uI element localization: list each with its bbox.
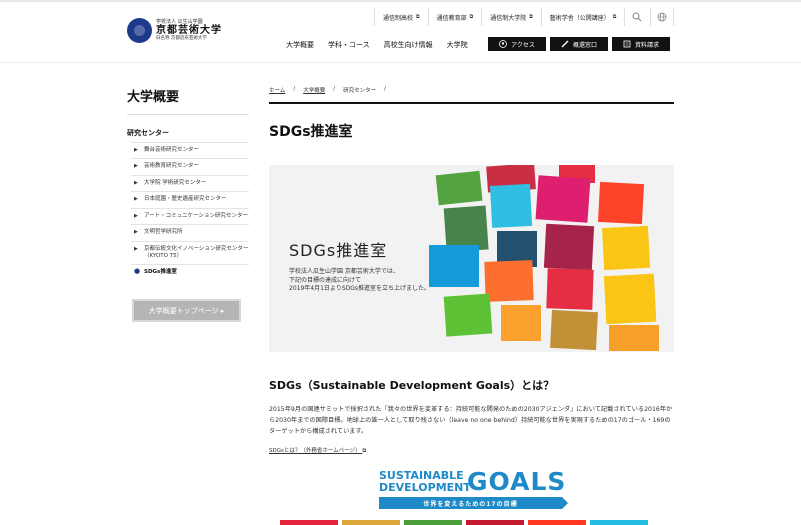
header-divider [0,62,801,63]
inquiry-button[interactable]: 概還窓口 [550,37,608,51]
sdg-tile [342,520,400,525]
hero-line: 学校法人瓜生山学園 京都芸術大学では、 [289,268,399,275]
sidebar-item-label: アート・コミュニケーション研究センター [144,212,249,219]
sdg-icon-row [280,520,648,525]
section-heading: SDGs（Sustainable Development Goals）とは？ [269,379,555,392]
util-link-correspondence[interactable]: 通信教育部 ⧉ [427,8,482,26]
sidebar-item-sdgs[interactable]: ● SDGs推進室 [131,264,249,280]
external-link-icon: ⧉ [529,14,533,20]
page-title: SDGs推進室 [269,124,353,140]
logo-name: 京都芸術大学 [156,24,222,36]
sidebar-item-arts-education[interactable]: ▶ 芸術教育研究センター [131,158,249,174]
breadcrumb-separator: / [293,86,296,92]
arrow-right-icon: ▶ [134,147,138,153]
globe-icon[interactable] [650,8,674,26]
sidebar-item-art-communication[interactable]: ▶ アート・コミュニケーション研究センター [131,207,249,224]
logo-subtitle: 学校法人 瓜生山学園 [156,18,203,25]
arrow-right-icon: ▶ [134,196,138,203]
mofa-link[interactable]: SDGsとは？（外務省ホームページ） ⧉ [269,446,366,455]
util-link-open-lectures[interactable]: 藝術学舎（公開講座） ⧉ [540,8,625,26]
nav-departments[interactable]: 学科・コース [328,40,370,50]
arrow-right-icon: ▶ [134,245,138,252]
hero-line: 2019年4月1日よりSDGs推進室を立ち上げました。 [289,285,430,293]
arrow-right-icon: ▶ [134,229,138,236]
breadcrumb-about[interactable]: 大学概要 [303,86,325,94]
nav-graduate[interactable]: 大学院 [447,40,468,50]
utility-nav: 通信制高校 ⧉ 通信教育部 ⧉ 通信制大学院 ⧉ 藝術学舎（公開講座） ⧉ [374,8,624,26]
sidebar-item-label: 京都伝統文化イノベーション研究センター（KYOTO T5） [144,245,249,259]
hero-heading: SDGs推進室 [289,241,388,260]
goals-band: 世界を変えるための17の目標 [379,497,568,509]
arrow-right-icon: ▶ [134,179,138,186]
about-top-button[interactable]: 大学概要トップページ ▸ [132,299,241,322]
external-link-icon: ⧉ [612,14,617,20]
sidebar-item-civilization-philosophy[interactable]: ▶ 文明哲学研究所 [131,224,249,240]
nav-highschool-info[interactable]: 高校生向け情報 [384,40,433,50]
arrow-right-icon: ▶ [134,212,138,219]
goals-line-1: SUSTAINABLE [379,469,464,482]
external-link-icon: ⧉ [416,14,420,20]
sidebar-item-label: 舞台芸術研究センター [144,147,200,153]
sidebar-item-label: 文明哲学研究所 [144,229,183,236]
breadcrumb-research-center: 研究センター [343,88,377,94]
sidebar-item-label: 大学院 学術研究センター [144,179,207,186]
breadcrumb-rule [269,102,674,104]
sidebar-item-stage-arts[interactable]: ▶ 舞台芸術研究センター [131,142,249,158]
logo-former-name: 旧名称 京都造形芸術大学 [156,35,207,41]
sidebar-item-graduate-research[interactable]: ▶ 大学院 学術研究センター [131,174,249,191]
sidebar-item-label: 日本庭園・歴史遺産研究センター [144,196,227,203]
breadcrumb-home[interactable]: ホーム [269,86,285,94]
sdg-tile [590,520,648,525]
breadcrumb-separator: / [333,86,336,92]
util-link-grad-correspondence[interactable]: 通信制大学院 ⧉ [481,8,541,26]
sdg-tile [466,520,524,525]
brochure-label: 資料請求 [634,41,659,49]
sidebar-item-garden-heritage[interactable]: ▶ 日本庭園・歴史遺産研究センター [131,191,249,207]
brochure-button[interactable]: 資料請求 [612,37,670,51]
sidebar-title: 大学概要 [127,90,180,105]
university-logo[interactable]: 学校法人 瓜生山学園 京都芸術大学 旧名称 京都造形芸術大学 [127,18,222,43]
search-icon[interactable] [624,8,648,26]
top-border [0,0,801,2]
sdg-tile [280,520,338,525]
sdg-goals-logo: SUSTAINABLE DEVELOPMENT GOALS 世界を変えるための1… [379,467,569,514]
external-link-icon: ⧉ [469,14,474,20]
inquiry-label: 概還窓口 [572,41,597,49]
sidebar-menu: ▶ 舞台芸術研究センター ▶ 芸術教育研究センター ▶ 大学院 学術研究センター ▶ 日… [131,142,249,281]
util-link-label: 通信制高校 [383,14,414,22]
goals-line-2: DEVELOPMENT [379,481,471,494]
util-link-highschool[interactable]: 通信制高校 ⧉ [374,8,428,26]
pencil-icon [561,40,569,48]
breadcrumb: ホーム / 大学概要 / 研究センター / [269,86,394,94]
nav-about[interactable]: 大学概要 [286,40,314,50]
access-button[interactable]: アクセス [488,37,546,51]
location-pin-icon: ● [134,267,141,276]
arrow-right-icon: ▶ [134,163,138,170]
sdg-tile [404,520,462,525]
util-link-label: 藝術学舎（公開講座） [549,14,610,22]
external-link-icon: ⧉ [362,448,367,454]
goals-word: GOALS [467,467,567,496]
sidebar-item-label: 芸術教育研究センター [144,163,200,170]
breadcrumb-separator: / [384,86,386,92]
sidebar-item-label: SDGs推進室 [144,269,177,276]
header-buttons: アクセス 概還窓口 資料請求 [488,37,670,51]
hero-banner: SDGs推進室 学校法人瓜生山学園 京都芸術大学では、 下記の目標の達成に向けて… [269,165,674,352]
mofa-link-label: SDGsとは？（外務省ホームページ） [269,448,361,454]
logo-emblem-icon [127,18,152,43]
sdgs-description: 2015年9月の国連サミットで採択された「我々の世界を変革する：持続可能な開発の… [269,406,673,435]
pin-icon [499,40,508,48]
sidebar-divider [127,114,249,115]
util-link-label: 通信教育部 [436,14,467,22]
util-link-label: 通信制大学院 [490,14,527,22]
sidebar-section-title: 研究センター [127,129,169,137]
hero-description: 学校法人瓜生山学園 京都芸術大学では、 下記の目標の達成に向けて 2019年4月… [289,268,430,294]
document-icon [623,40,631,48]
access-label: アクセス [511,41,535,49]
sdg-tile [528,520,586,525]
sidebar-item-kyoto-t5[interactable]: ▶ 京都伝統文化イノベーション研究センター（KYOTO T5） [131,240,249,265]
main-nav: 大学概要 学科・コース 高校生向け情報 大学院 [286,38,482,52]
